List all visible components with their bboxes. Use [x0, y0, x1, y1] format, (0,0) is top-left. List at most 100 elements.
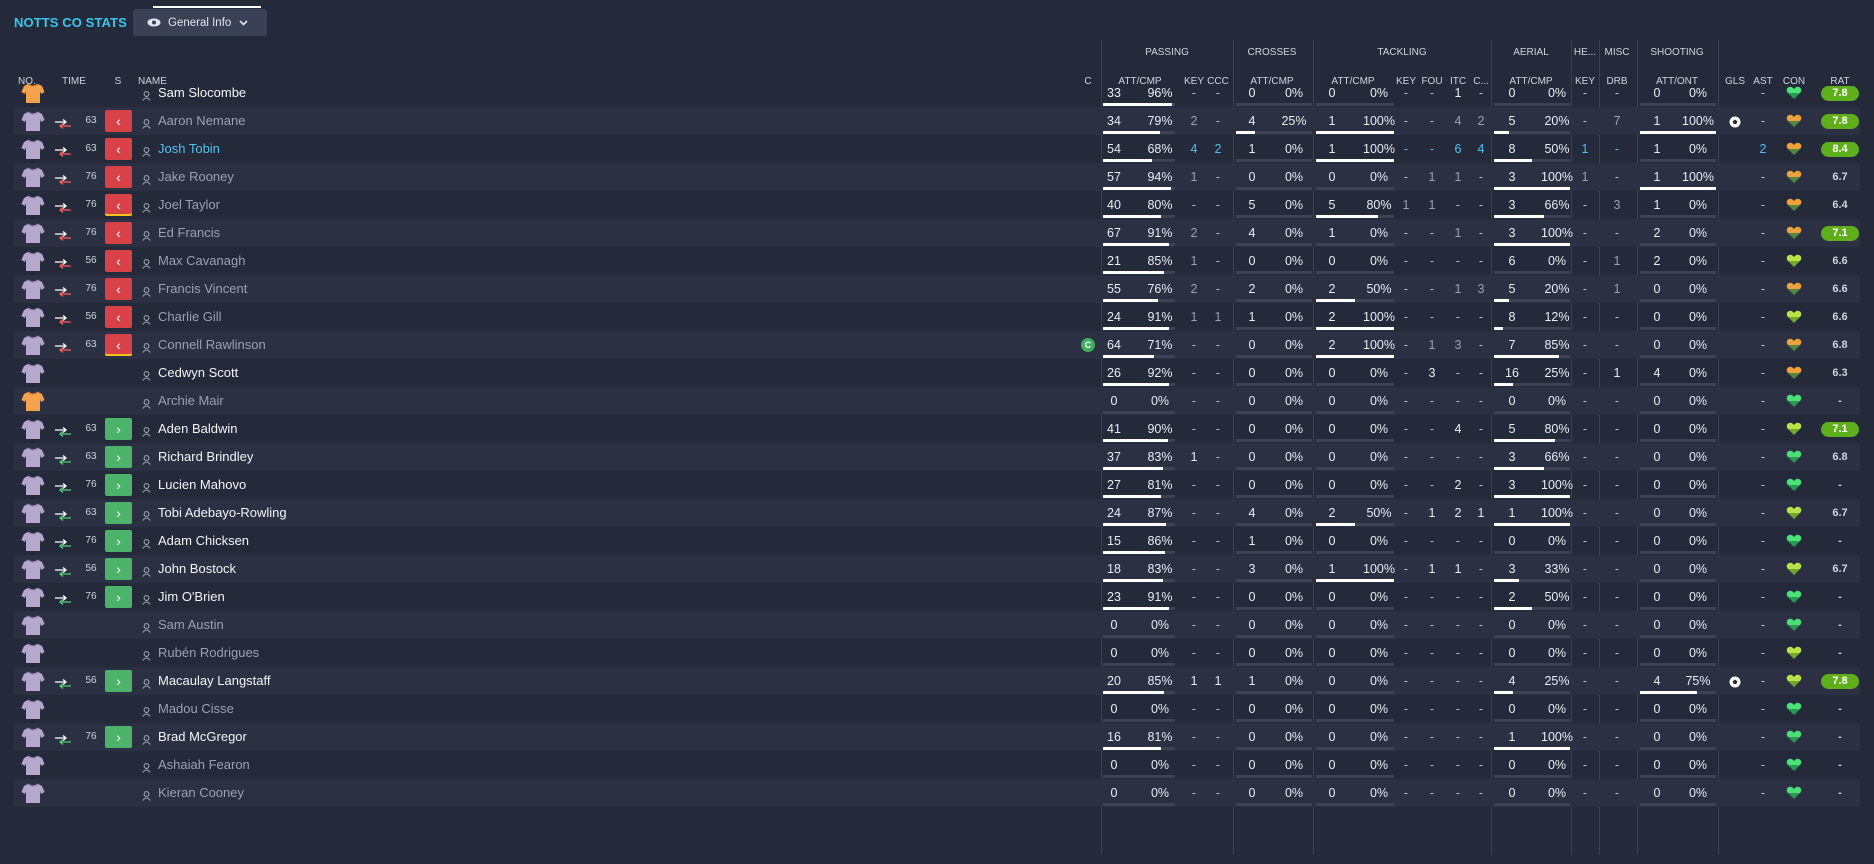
- progress-bar-fill: [1494, 579, 1520, 582]
- player-name[interactable]: Ed Francis: [158, 219, 220, 247]
- stat-hk: -: [1582, 366, 1588, 380]
- stat-md: -: [1614, 226, 1620, 240]
- sub-off-button[interactable]: ‹: [105, 278, 132, 300]
- stat-hk: -: [1582, 786, 1588, 800]
- stat-md: -: [1614, 534, 1620, 548]
- table-row[interactable]: 63 ‹ Connell Rawlinson C 64 71% - -0 0% 2 100% -1 3-…: [14, 331, 1860, 359]
- table-row[interactable]: Ashaiah Fearon 0 0% - -0 0% 0 0% - - - -0 0% - -0 0% - -: [14, 751, 1860, 779]
- table-row[interactable]: Archie Mair 0 0% - -0 0% 0 0% - - - -0 0% - -0 0% - -: [14, 387, 1860, 415]
- progress-bar-track: [1494, 775, 1570, 778]
- stat-as: -: [1760, 226, 1766, 240]
- table-row[interactable]: 56 › John Bostock 18 83% - -3 0% 1 100% -1 1-3 33% - -…: [14, 555, 1860, 583]
- table-row[interactable]: 63 › Richard Brindley 37 83% 1-0 0% 0 0% - - - -3 66%…: [14, 443, 1860, 471]
- sub-on-button[interactable]: ›: [105, 446, 132, 468]
- stat-md: -: [1614, 758, 1620, 772]
- rating-value: -: [1838, 759, 1842, 771]
- sub-on-button[interactable]: ›: [105, 586, 132, 608]
- table-row[interactable]: 76 ‹ Jake Rooney 57 94% 1-0 0% 0 0% -1 1-3 100% 1-1 1…: [14, 163, 1860, 191]
- stat-tk: -: [1403, 450, 1409, 464]
- table-row[interactable]: 76 ‹ Ed Francis 67 91% 2-4 0% 1 0% - -1-3 100% - -2 0%…: [14, 219, 1860, 247]
- stat-pc: -: [1215, 254, 1221, 268]
- player-name[interactable]: Tobi Adebayo-Rowling: [158, 499, 287, 527]
- eye-icon: [147, 18, 161, 27]
- player-name[interactable]: Connell Rawlinson: [158, 331, 266, 359]
- table-row[interactable]: Madou Cisse 0 0% - -0 0% 0 0% - - - -0 0% - -0 0% - -: [14, 695, 1860, 723]
- table-row[interactable]: 63 ‹ Aaron Nemane 34 79% 2-4 25% 1 100% - -4 2 5 20% -…: [14, 107, 1860, 135]
- table-row[interactable]: 63 ‹ Josh Tobin 54 68% 4 2 1 0% 1 100% - -6 4 8 50% 1-1 0…: [14, 135, 1860, 163]
- table-row[interactable]: 63 › Aden Baldwin 41 90% - -0 0% 0 0% - -4-5 80% - -0 0…: [14, 415, 1860, 443]
- player-name[interactable]: Jake Rooney: [158, 163, 234, 191]
- player-name[interactable]: Sam Austin: [158, 611, 224, 639]
- player-name[interactable]: John Bostock: [158, 555, 236, 583]
- table-row[interactable]: Sam Slocombe 33 96% - -0 0% 0 0% - -1-0 0% - -0 0% -7.…: [14, 79, 1860, 107]
- table-row[interactable]: Sam Austin 0 0% - -0 0% 0 0% - - - -0 0% - -0 0% - -: [14, 611, 1860, 639]
- stat-ti: -: [1455, 198, 1461, 212]
- person-icon: [142, 648, 151, 661]
- view-selector-button[interactable]: General Info: [133, 6, 267, 36]
- player-name[interactable]: Sam Slocombe: [158, 79, 246, 107]
- stat-as: -: [1760, 702, 1766, 716]
- sub-off-button[interactable]: ‹: [105, 222, 132, 244]
- player-name[interactable]: Kieran Cooney: [158, 779, 244, 807]
- group-header: SHOOTING: [1650, 47, 1704, 58]
- condition-heart-icon: [1786, 562, 1802, 576]
- player-name[interactable]: Brad McGregor: [158, 723, 247, 751]
- sub-off-button[interactable]: ‹: [105, 250, 132, 272]
- sub-on-button[interactable]: ›: [105, 558, 132, 580]
- sub-off-button[interactable]: ‹: [105, 306, 132, 328]
- player-name[interactable]: Josh Tobin: [158, 135, 220, 163]
- table-row[interactable]: 56 ‹ Max Cavanagh 21 85% 1-0 0% 0 0% - - - -6 0% -1 2 0%…: [14, 247, 1860, 275]
- table-row[interactable]: Kieran Cooney 0 0% - -0 0% 0 0% - - - -0 0% - -0 0% - -: [14, 779, 1860, 807]
- player-name[interactable]: Richard Brindley: [158, 443, 253, 471]
- sub-off-button[interactable]: ‹: [105, 334, 132, 356]
- table-row[interactable]: Cedwyn Scott 26 92% - -0 0% 0 0% -3- -16 25% -1 4 0% -…: [14, 359, 1860, 387]
- sub-on-button[interactable]: ›: [105, 474, 132, 496]
- player-name[interactable]: Francis Vincent: [158, 275, 247, 303]
- table-row[interactable]: 76 › Brad McGregor 16 81% - -0 0% 0 0% - - - -1 100% - -…: [14, 723, 1860, 751]
- player-name[interactable]: Lucien Mahovo: [158, 471, 246, 499]
- progress-bar-fill: [1494, 383, 1513, 386]
- player-name[interactable]: Aaron Nemane: [158, 107, 245, 135]
- sub-on-button[interactable]: ›: [105, 418, 132, 440]
- stat-pc: -: [1215, 226, 1221, 240]
- sub-off-button[interactable]: ‹: [105, 110, 132, 132]
- player-name[interactable]: Charlie Gill: [158, 303, 222, 331]
- player-name[interactable]: Madou Cisse: [158, 695, 234, 723]
- stat-md: -: [1614, 394, 1620, 408]
- player-name[interactable]: Archie Mair: [158, 387, 224, 415]
- stat-tk: -: [1403, 590, 1409, 604]
- rating-value: 6.8: [1832, 339, 1848, 351]
- player-name[interactable]: Max Cavanagh: [158, 247, 245, 275]
- table-row[interactable]: 56 ‹ Charlie Gill 24 91% 1 1 1 0% 2 100% - - - -8 12% - -…: [14, 303, 1860, 331]
- table-row[interactable]: 76 › Adam Chicksen 15 86% - -1 0% 0 0% - - - -0 0% - -0 0…: [14, 527, 1860, 555]
- sub-on-button[interactable]: ›: [105, 530, 132, 552]
- person-icon: [142, 88, 151, 101]
- stat-md: -: [1614, 618, 1620, 632]
- player-name[interactable]: Macaulay Langstaff: [158, 667, 271, 695]
- condition-heart-icon: [1786, 366, 1802, 380]
- sub-off-button[interactable]: ‹: [105, 166, 132, 188]
- player-name[interactable]: Aden Baldwin: [158, 415, 238, 443]
- sub-time: 76: [85, 283, 97, 294]
- progress-bar-fill: [1494, 215, 1545, 218]
- player-name[interactable]: Ashaiah Fearon: [158, 751, 250, 779]
- player-name[interactable]: Rubén Rodrigues: [158, 639, 259, 667]
- table-row[interactable]: 56 › Macaulay Langstaff 20 85% 1 1 1 0% 0 0% - - - -4 2…: [14, 667, 1860, 695]
- player-name[interactable]: Jim O'Brien: [158, 583, 225, 611]
- player-name[interactable]: Cedwyn Scott: [158, 359, 238, 387]
- table-row[interactable]: 76 ‹ Joel Taylor 40 80% - -5 0% 5 80% 1 1- -3 66% -3 1 0…: [14, 191, 1860, 219]
- player-name[interactable]: Adam Chicksen: [158, 527, 249, 555]
- sub-off-button[interactable]: ‹: [105, 138, 132, 160]
- table-row[interactable]: 63 › Tobi Adebayo-Rowling 24 87% - -4 0% 2 50% -1 2…: [14, 499, 1860, 527]
- stat-ti: -: [1455, 618, 1461, 632]
- sub-on-button[interactable]: ›: [105, 726, 132, 748]
- sub-off-button[interactable]: ‹: [105, 194, 132, 216]
- stat-hk: -: [1582, 730, 1588, 744]
- table-row[interactable]: Rubén Rodrigues 0 0% - -0 0% 0 0% - - - -0 0% - -0 0% - -: [14, 639, 1860, 667]
- table-row[interactable]: 76 › Lucien Mahovo 27 81% - -0 0% 0 0% - -2-3 100% - -…: [14, 471, 1860, 499]
- table-row[interactable]: 76 › Jim O'Brien 23 91% - -0 0% 0 0% - - - -2 50% - -0 0%…: [14, 583, 1860, 611]
- player-name[interactable]: Joel Taylor: [158, 191, 220, 219]
- sub-on-button[interactable]: ›: [105, 670, 132, 692]
- table-row[interactable]: 76 ‹ Francis Vincent 55 76% 2-2 0% 2 50% - -1 3 5 20%…: [14, 275, 1860, 303]
- sub-on-button[interactable]: ›: [105, 502, 132, 524]
